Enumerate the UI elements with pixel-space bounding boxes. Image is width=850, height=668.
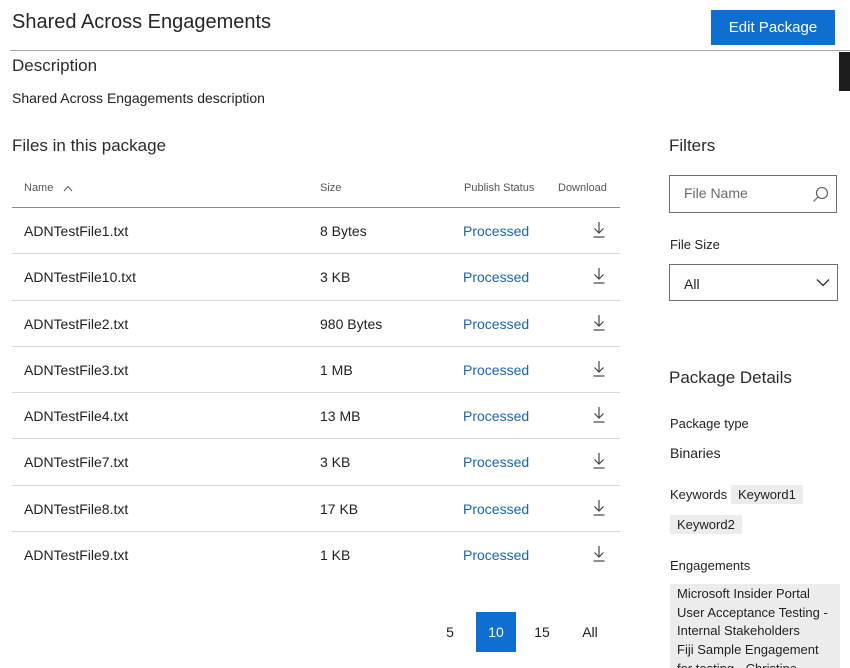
- publish-status[interactable]: Processed: [463, 501, 529, 517]
- edit-package-button[interactable]: Edit Package: [711, 10, 835, 45]
- page-size-all[interactable]: All: [568, 612, 612, 652]
- column-header-size[interactable]: Size: [320, 182, 341, 194]
- column-header-download: Download: [558, 182, 607, 194]
- filters-heading: Filters: [669, 136, 716, 155]
- page-size-15[interactable]: 15: [522, 612, 562, 652]
- page-title: Shared Across Engagements: [12, 11, 272, 33]
- keywords-label: Keywords: [670, 487, 728, 502]
- publish-status[interactable]: Processed: [463, 223, 529, 239]
- file-size: 8 Bytes: [320, 223, 367, 239]
- file-name: ADNTestFile9.txt: [24, 547, 129, 564]
- download-icon[interactable]: [592, 221, 606, 239]
- file-name: ADNTestFile7.txt: [24, 454, 129, 471]
- file-name: ADNTestFile8.txt: [24, 500, 129, 517]
- publish-status[interactable]: Processed: [463, 362, 529, 378]
- file-size: 17 KB: [320, 500, 359, 517]
- package-type-label: Package type: [670, 416, 749, 431]
- page-size-5[interactable]: 5: [430, 612, 470, 652]
- column-header-name[interactable]: Name: [24, 182, 73, 194]
- table-row: ADNTestFile8.txt 17 KB Processed: [12, 486, 620, 533]
- publish-status[interactable]: Processed: [463, 269, 529, 285]
- scrollbar-thumb[interactable]: [839, 52, 850, 91]
- download-icon[interactable]: [592, 499, 606, 517]
- chevron-down-icon: [816, 279, 830, 287]
- file-size: 1 MB: [320, 361, 353, 378]
- download-icon[interactable]: [592, 314, 606, 332]
- files-table-body: ADNTestFile1.txt 8 Bytes Processed ADNTe…: [12, 208, 620, 578]
- download-icon[interactable]: [592, 545, 606, 563]
- file-size-selected: All: [684, 276, 700, 292]
- search-icon[interactable]: [812, 186, 829, 203]
- file-size: 3 KB: [320, 269, 351, 286]
- package-details-heading: Package Details: [669, 368, 792, 387]
- description-text: Shared Across Engagements description: [12, 90, 265, 106]
- table-row: ADNTestFile2.txt 980 Bytes Processed: [12, 301, 620, 347]
- download-icon[interactable]: [592, 360, 606, 378]
- publish-status[interactable]: Processed: [463, 454, 529, 470]
- download-icon[interactable]: [592, 406, 606, 424]
- keyword-chip: Keyword2: [670, 515, 742, 534]
- title-divider: [10, 50, 850, 51]
- file-size: 1 KB: [320, 547, 351, 564]
- table-row: ADNTestFile1.txt 8 Bytes Processed: [12, 208, 620, 255]
- package-type-value: Binaries: [670, 445, 721, 461]
- file-size-label: File Size: [670, 237, 720, 252]
- description-heading: Description: [12, 56, 98, 75]
- publish-status[interactable]: Processed: [463, 408, 529, 424]
- publish-status[interactable]: Processed: [463, 547, 529, 563]
- table-row: ADNTestFile9.txt 1 KB Processed: [12, 532, 620, 578]
- column-header-status[interactable]: Publish Status: [464, 182, 534, 194]
- table-row: ADNTestFile7.txt 3 KB Processed: [12, 439, 620, 486]
- download-icon[interactable]: [592, 267, 606, 285]
- files-heading: Files in this package: [12, 136, 167, 155]
- page-size-selector: 5 10 15 All: [430, 612, 618, 652]
- page-size-10[interactable]: 10: [476, 612, 516, 652]
- table-row: ADNTestFile4.txt 13 MB Processed: [12, 393, 620, 440]
- file-name: ADNTestFile2.txt: [24, 315, 129, 332]
- table-row: ADNTestFile10.txt 3 KB Processed: [12, 254, 620, 301]
- keyword-chip: Keyword1: [731, 485, 803, 504]
- table-row: ADNTestFile3.txt 1 MB Processed: [12, 347, 620, 394]
- file-size: 3 KB: [320, 454, 351, 471]
- file-name-filter: [669, 175, 837, 213]
- chevron-up-icon: [63, 185, 73, 191]
- download-icon[interactable]: [592, 452, 606, 470]
- file-name-input[interactable]: [684, 185, 804, 201]
- engagement-item: Fiji Sample Engagement for testing - Chr…: [670, 640, 840, 668]
- file-name: ADNTestFile4.txt: [24, 408, 129, 425]
- column-header-name-label: Name: [24, 182, 54, 194]
- file-name: ADNTestFile1.txt: [24, 223, 129, 239]
- file-name: ADNTestFile3.txt: [24, 361, 129, 378]
- file-name: ADNTestFile10.txt: [24, 269, 137, 286]
- file-size-dropdown[interactable]: All: [669, 264, 838, 301]
- publish-status[interactable]: Processed: [463, 316, 529, 332]
- file-size: 13 MB: [320, 408, 361, 425]
- files-table-header: Name Size Publish Status Download: [12, 178, 620, 208]
- engagement-item: Microsoft Insider Portal User Acceptance…: [670, 584, 840, 642]
- file-size: 980 Bytes: [320, 315, 383, 332]
- engagements-label: Engagements: [670, 558, 751, 573]
